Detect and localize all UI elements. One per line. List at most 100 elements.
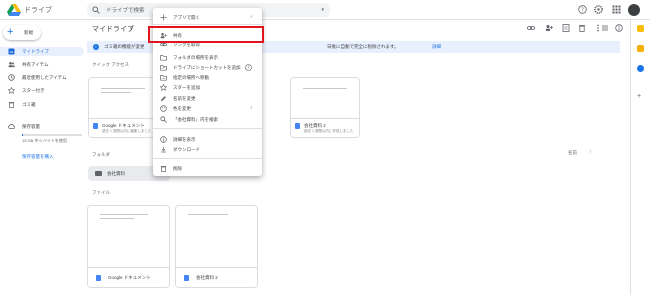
sidebar-item-recent[interactable]: 最近使用したアイテム: [0, 73, 84, 82]
folder-icon: [95, 171, 102, 176]
app-name[interactable]: ドライブ: [24, 5, 52, 15]
menu-item-show-folder-location[interactable]: フォルダの場所を表示: [153, 53, 262, 62]
top-bar: ドライブ ドライブで検索 ▾ ?: [0, 0, 650, 20]
folders-title: フォルダ: [92, 152, 110, 157]
menu-divider: [153, 158, 262, 159]
new-button[interactable]: + 新規: [3, 25, 41, 40]
link-icon[interactable]: [527, 24, 535, 32]
trash-icon[interactable]: [578, 24, 586, 32]
card-footer: Google ドキュメント 過去 1 週間以内に編集しました: [89, 118, 157, 137]
sidebar-item-label: 最近使用したアイテム: [22, 75, 67, 80]
banner-text-continued: 日後に自動で完全に削除されます。: [327, 44, 399, 49]
add-person-icon[interactable]: [545, 24, 553, 32]
card-footer: 会社資料 2: [176, 267, 257, 287]
storage-usage-text: 15 GB 中 0 バイトを使用: [22, 138, 67, 143]
search-input[interactable]: ドライブで検索: [106, 6, 145, 14]
apps-grid-icon[interactable]: [612, 5, 621, 14]
keep-icon[interactable]: [637, 45, 644, 52]
buy-storage-link[interactable]: 保存容量を購入: [22, 154, 54, 160]
menu-item-open-with[interactable]: アプリで開く ›: [153, 13, 262, 22]
preview-icon[interactable]: [562, 24, 570, 32]
menu-item-label: 詳細を表示: [173, 137, 196, 142]
new-button-label: 新規: [24, 30, 33, 35]
menu-divider: [153, 24, 262, 25]
settings-icon[interactable]: [594, 5, 603, 14]
add-addon-icon[interactable]: +: [637, 93, 641, 100]
document-thumbnail: [89, 78, 157, 120]
trash-icon: [160, 166, 167, 172]
shortcut-icon: [160, 65, 167, 71]
banner-text: ゴミ箱の機能が変更: [104, 44, 145, 49]
open-with-icon: [160, 14, 167, 21]
storage-usage-bar: [22, 134, 82, 136]
menu-item-rename[interactable]: 名前を変更: [153, 94, 262, 103]
chevron-right-icon: ›: [250, 14, 252, 20]
help-icon[interactable]: ?: [245, 64, 252, 71]
sidebar-item-trash[interactable]: ゴミ箱: [0, 100, 84, 109]
menu-item-add-shortcut[interactable]: ドライブにショートカットを追加 ?: [153, 63, 262, 72]
sidebar-item-shared[interactable]: 共有アイテム: [0, 60, 84, 69]
search-icon[interactable]: [92, 6, 100, 14]
menu-item-label: スターを追加: [173, 85, 200, 90]
menu-item-add-star[interactable]: スターを追加: [153, 83, 262, 92]
menu-item-download[interactable]: ダウンロード: [153, 145, 262, 154]
sidebar-item-storage[interactable]: 保存容量: [0, 122, 84, 131]
quick-access-card[interactable]: Google ドキュメント 過去 1 週間以内に編集しました: [88, 77, 158, 138]
menu-item-delete[interactable]: 削除: [153, 164, 262, 173]
sidebar-item-label: 共有アイテム: [22, 62, 49, 67]
document-thumbnail: [88, 206, 169, 269]
trash-icon: [8, 102, 15, 108]
google-docs-icon: [295, 123, 300, 129]
palette-icon: [160, 105, 167, 112]
sidebar-item-starred[interactable]: スター付き: [0, 86, 84, 95]
cloud-icon: [8, 124, 15, 129]
google-docs-icon: [96, 275, 101, 281]
menu-item-view-details[interactable]: 詳細を表示: [153, 135, 262, 144]
sidebar-item-label: スター付き: [22, 88, 45, 93]
banner-details-link[interactable]: 詳細: [432, 44, 441, 50]
file-name: 会社資料 2: [196, 275, 218, 280]
quick-access-card[interactable]: 会社資料 2 過去 1 週間以内に作成しました: [290, 77, 360, 138]
star-icon: [160, 84, 167, 91]
chevron-right-icon: ›: [250, 105, 252, 111]
menu-item-change-color[interactable]: 色を変更 ›: [153, 104, 262, 113]
menu-item-label: 「会社資料」内を検索: [173, 117, 218, 122]
info-icon[interactable]: [615, 24, 623, 32]
search-icon: [160, 116, 167, 123]
sidebar-item-my-drive[interactable]: マイドライブ: [0, 47, 84, 56]
drive-icon: [8, 48, 15, 55]
info-icon: [160, 136, 167, 143]
google-docs-icon: [93, 123, 98, 129]
star-icon: [8, 87, 15, 94]
document-thumbnail: [176, 206, 257, 269]
sidebar-item-label: 保存容量: [22, 124, 40, 129]
share-highlight-box: [148, 26, 264, 43]
help-icon[interactable]: ?: [578, 5, 587, 14]
search-options-icon[interactable]: ▾: [321, 7, 324, 13]
menu-item-label: 色を変更: [173, 106, 191, 111]
menu-item-label: 削除: [173, 166, 182, 171]
sort-arrow-up-icon[interactable]: ↑: [589, 149, 592, 155]
menu-item-move-to[interactable]: 指定の場所へ移動: [153, 73, 262, 82]
side-panel-divider: [630, 20, 631, 295]
drive-logo-icon[interactable]: [7, 4, 21, 16]
card-footer: Google ドキュメント: [88, 267, 169, 287]
card-subtitle: 過去 1 週間以内に編集しました: [102, 129, 152, 133]
tasks-icon[interactable]: [637, 65, 644, 72]
menu-divider: [153, 128, 262, 129]
menu-item-label: ドライブにショートカットを追加: [173, 65, 241, 70]
file-card[interactable]: 会社資料 2: [175, 205, 258, 288]
clock-icon: [8, 74, 15, 81]
chevron-down-icon[interactable]: ▾: [130, 26, 133, 32]
page-title[interactable]: マイドライブ: [92, 24, 134, 34]
file-card[interactable]: Google ドキュメント: [87, 205, 170, 288]
quick-access-title: クイック アクセス: [92, 62, 130, 67]
menu-item-label: フォルダの場所を表示: [173, 55, 218, 60]
list-view-icon[interactable]: [601, 24, 609, 32]
menu-item-search-in-folder[interactable]: 「会社資料」内を検索: [153, 115, 262, 124]
calendar-icon[interactable]: [637, 25, 644, 32]
avatar[interactable]: [628, 4, 640, 16]
file-name: Google ドキュメント: [108, 275, 151, 280]
sort-name-label[interactable]: 名前: [568, 150, 577, 156]
menu-item-label: ダウンロード: [173, 147, 200, 152]
